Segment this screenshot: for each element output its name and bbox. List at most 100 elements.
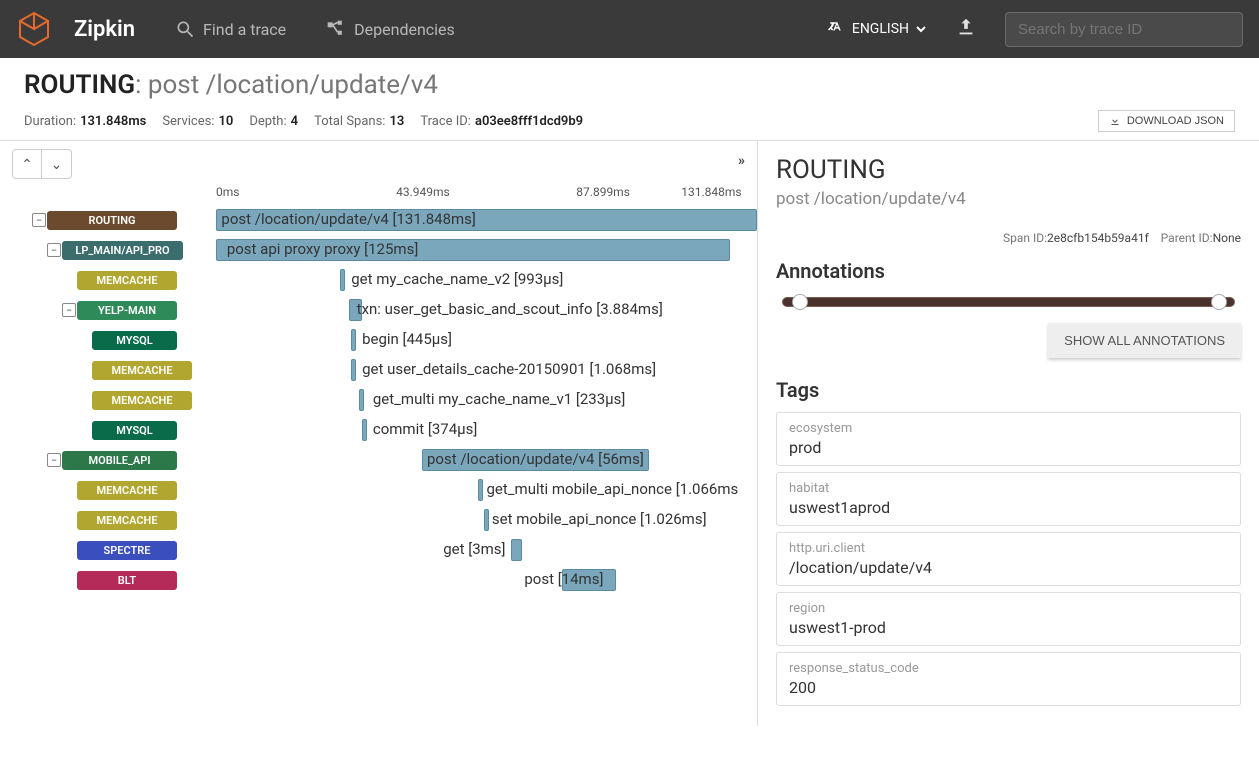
show-all-annotations-button[interactable]: SHOW ALL ANNOTATIONS [1048,323,1241,358]
tag-item: habitatuswest1aprod [776,472,1241,526]
span-row[interactable]: MYSQLbegin [445µs] [12,325,757,355]
span-tree-cell: −YELP-MAIN [12,295,216,325]
span-row[interactable]: BLTpost [14ms] [12,565,757,595]
trace-service: ROUTING [24,70,135,100]
tick-1: 43.949ms [396,185,450,199]
span-row[interactable]: −ROUTING post /location/update/v4 [131.84… [12,205,757,235]
span-label: get [3ms] [443,540,505,558]
span-bar-area: get my_cache_name_v2 [993µs] [216,265,757,295]
search-icon [175,19,195,39]
span-row[interactable]: MEMCACHE get_multi mobile_api_nonce [1.06… [12,475,757,505]
toggle-collapse[interactable]: − [62,303,76,317]
toggle-collapse[interactable]: − [47,243,61,257]
span-row[interactable]: MEMCACHE get my_cache_name_v2 [993µs] [12,265,757,295]
expand-all-button[interactable]: ⌄ [42,149,72,179]
depth: Depth:4 [249,114,298,129]
toggle-collapse[interactable]: − [32,213,46,227]
tag-key: ecosystem [789,421,1228,436]
span-tree-cell: MEMCACHE [12,475,216,505]
tag-key: habitat [789,481,1228,496]
span-bar-area: post /location/update/v4 [56ms] [216,445,757,475]
duration: Duration:131.848ms [24,114,146,129]
tick-3: 131.848ms [681,185,741,199]
span-row[interactable]: MYSQLcommit [374µs] [12,415,757,445]
span-rows: −ROUTINGpost /location/update/v4 [131.84… [12,205,757,595]
span-bar[interactable] [511,539,522,561]
span-bar[interactable] [362,419,367,441]
span-bar[interactable] [484,509,489,531]
trace-meta: Duration:131.848ms Services:10 Depth:4 T… [0,106,1259,141]
service-badge: ROUTING [47,211,177,230]
language-select[interactable]: ENGLISH [828,20,927,38]
service-badge: MYSQL [92,421,177,440]
tag-key: response_status_code [789,661,1228,676]
span-bar[interactable] [351,359,356,381]
dependencies-icon [326,19,346,39]
service-badge: BLT [77,571,177,590]
download-json-label: DOWNLOAD JSON [1127,115,1224,127]
detail-panel: ROUTING post /location/update/v4 Span ID… [758,141,1259,726]
span-bar[interactable] [478,479,483,501]
span-row[interactable]: −YELP-MAINtxn: user_get_basic_and_scout_… [12,295,757,325]
tag-item: response_status_code200 [776,652,1241,706]
service-badge: MYSQL [92,331,177,350]
service-badge: MEMCACHE [77,271,177,290]
span-tree-cell: −LP_MAIN/API_PRO [12,235,216,265]
span-row[interactable]: SPECTRE get [3ms] [12,535,757,565]
span-ids: Span ID:2e8cfb154b59a41f Parent ID:None [776,231,1241,245]
annotation-knob-end[interactable] [1211,294,1227,310]
service-badge: MOBILE_API [62,451,177,470]
tick-2: 87.899ms [576,185,630,199]
span-row[interactable]: −MOBILE_API post /location/update/v4 [56m… [12,445,757,475]
span-label: get_multi my_cache_name_v1 [233µs] [373,390,626,408]
span-tree-cell: MEMCACHE [12,385,216,415]
trace-operation: : post /location/update/v4 [135,70,438,100]
zipkin-logo-icon [16,11,52,47]
span-tree-cell: MEMCACHE [12,265,216,295]
span-tree-cell: MEMCACHE [12,355,216,385]
nav-find-trace[interactable]: Find a trace [175,19,286,39]
collapse-detail-button[interactable]: » [738,153,745,169]
span-bar-area: get [3ms] [216,535,757,565]
span-label: get_multi mobile_api_nonce [1.066ms [487,480,739,498]
detail-service: ROUTING [776,155,1241,185]
span-tree-cell: SPECTRE [12,535,216,565]
annotation-knob-start[interactable] [792,294,808,310]
span-bar[interactable] [359,389,364,411]
span-label: get my_cache_name_v2 [993µs] [351,270,563,288]
tag-item: ecosystemprod [776,412,1241,466]
toggle-collapse[interactable]: − [47,453,61,467]
span-row[interactable]: −LP_MAIN/API_PROpost api proxy proxy [12… [12,235,757,265]
upload-button[interactable] [955,16,977,42]
trace-panel: ⌃ ⌄ » 0ms 43.949ms 87.899ms 131.848ms −R… [0,141,758,726]
nav-find-trace-label: Find a trace [203,20,286,39]
download-json-button[interactable]: DOWNLOAD JSON [1098,110,1235,132]
service-badge: MEMCACHE [77,481,177,500]
brand-name: Zipkin [74,17,135,42]
trace-header: ROUTING: post /location/update/v4 [0,58,1259,106]
span-row[interactable]: MEMCACHEget user_details_cache-20150901 … [12,355,757,385]
tags-list: ecosystemprodhabitatuswest1aprodhttp.uri… [776,412,1241,706]
collapse-all-button[interactable]: ⌃ [12,149,42,179]
tag-key: region [789,601,1228,616]
main: ⌃ ⌄ » 0ms 43.949ms 87.899ms 131.848ms −R… [0,141,1259,726]
span-row[interactable]: MEMCACHE get_multi my_cache_name_v1 [233µ… [12,385,757,415]
nav-dependencies[interactable]: Dependencies [326,19,455,39]
service-badge: MEMCACHE [92,391,192,410]
span-bar[interactable] [340,269,345,291]
span-row[interactable]: MEMCACHEset mobile_api_nonce [1.026ms] [12,505,757,535]
span-bar-area: set mobile_api_nonce [1.026ms] [216,505,757,535]
tags-title: Tags [776,378,1241,402]
search-box[interactable] [1005,12,1243,47]
search-input[interactable] [1018,21,1230,38]
annotation-timeline[interactable] [776,297,1241,307]
download-icon [1109,115,1121,127]
span-tree-cell: MEMCACHE [12,505,216,535]
span-bar[interactable] [351,329,356,351]
span-label: post /location/update/v4 [131.848ms] [221,210,476,228]
span-tree-cell: BLT [12,565,216,595]
total-spans: Total Spans:13 [314,114,404,129]
span-bar-area: get_multi my_cache_name_v1 [233µs] [216,385,757,415]
span-bar-area: get user_details_cache-20150901 [1.068ms… [216,355,757,385]
upload-icon [955,16,977,38]
